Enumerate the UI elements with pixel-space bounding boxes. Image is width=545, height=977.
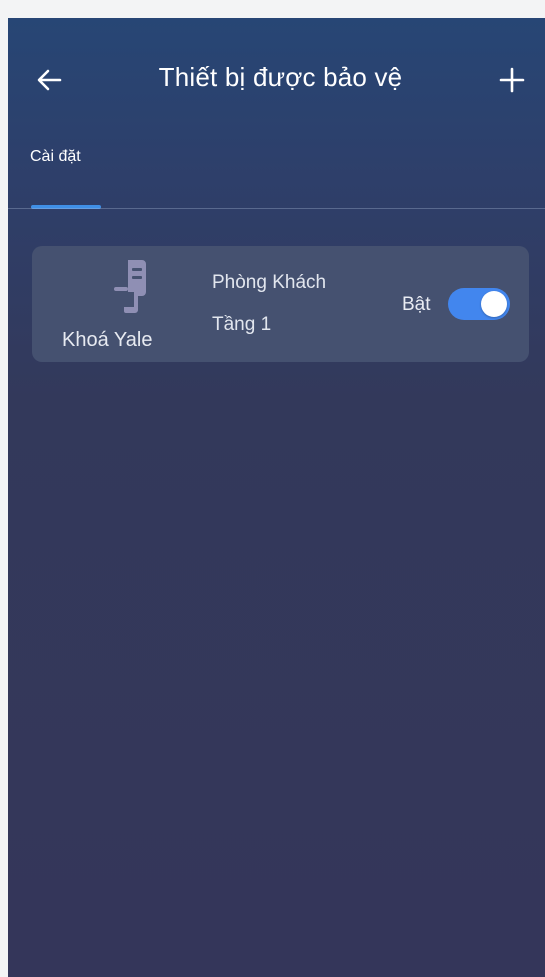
protection-toggle[interactable] (448, 288, 510, 320)
device-floor: Tầng 1 (212, 314, 272, 335)
plus-icon (499, 67, 525, 93)
app-header: Thiết bị được bảo vệ (8, 18, 545, 138)
device-name: Khoá Yale (62, 329, 153, 351)
app-screen: Thiết bị được bảo vệ Cài đặt Khoá Yale P… (8, 18, 545, 977)
page-title: Thiết bị được bảo vệ (158, 62, 403, 92)
tab-bar: Cài đặt (8, 138, 545, 210)
device-room: Phòng Khách (212, 272, 327, 293)
tab-settings[interactable]: Cài đặt (30, 148, 81, 166)
tab-divider (8, 208, 545, 209)
door-lock-icon (114, 260, 146, 313)
toggle-knob (481, 291, 507, 317)
device-card[interactable]: Khoá Yale Phòng Khách Tầng 1 Bật (32, 246, 529, 362)
toggle-status-label: Bật (402, 294, 431, 315)
add-device-button[interactable] (496, 64, 528, 96)
